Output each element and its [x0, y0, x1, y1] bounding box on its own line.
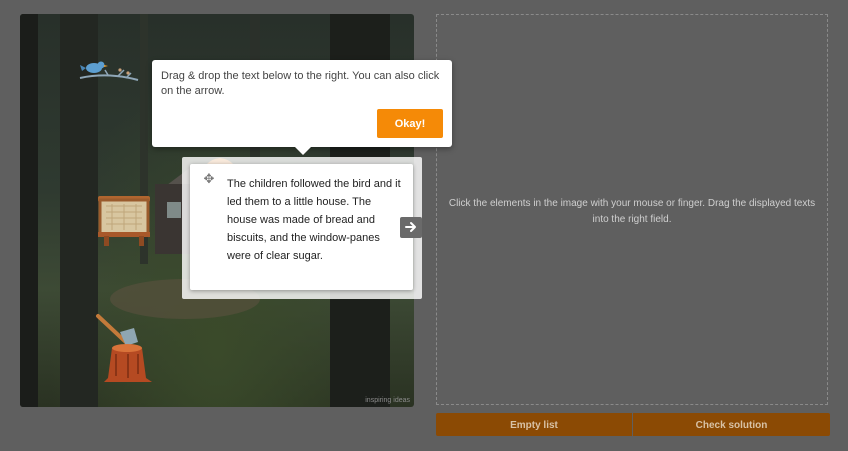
house-window	[167, 202, 181, 218]
arrow-right-icon[interactable]	[400, 217, 422, 238]
check-solution-button[interactable]: Check solution	[633, 413, 830, 436]
empty-list-button[interactable]: Empty list	[436, 413, 632, 436]
drop-field[interactable]: Click the elements in the image with you…	[436, 14, 828, 405]
notice-board-icon[interactable]	[94, 194, 154, 246]
card-story-text: The children followed the bird and it le…	[227, 178, 401, 262]
help-tooltip: Drag & drop the text below to the right.…	[152, 60, 452, 155]
tree-trunk	[20, 14, 38, 407]
axe-stump-icon[interactable]	[94, 312, 158, 386]
draggable-text-card[interactable]: ✥ The children followed the bird and it …	[190, 164, 413, 290]
move-icon[interactable]: ✥	[202, 172, 216, 186]
tooltip-text: Drag & drop the text below to the right.…	[161, 70, 440, 97]
okay-button[interactable]: Okay!	[377, 109, 443, 138]
watermark-text: inspiring ideas	[365, 397, 410, 404]
arrow-right-glyph	[405, 222, 416, 232]
bird-branch-icon[interactable]	[78, 56, 140, 86]
drop-field-instruction: Click the elements in the image with you…	[448, 198, 816, 225]
